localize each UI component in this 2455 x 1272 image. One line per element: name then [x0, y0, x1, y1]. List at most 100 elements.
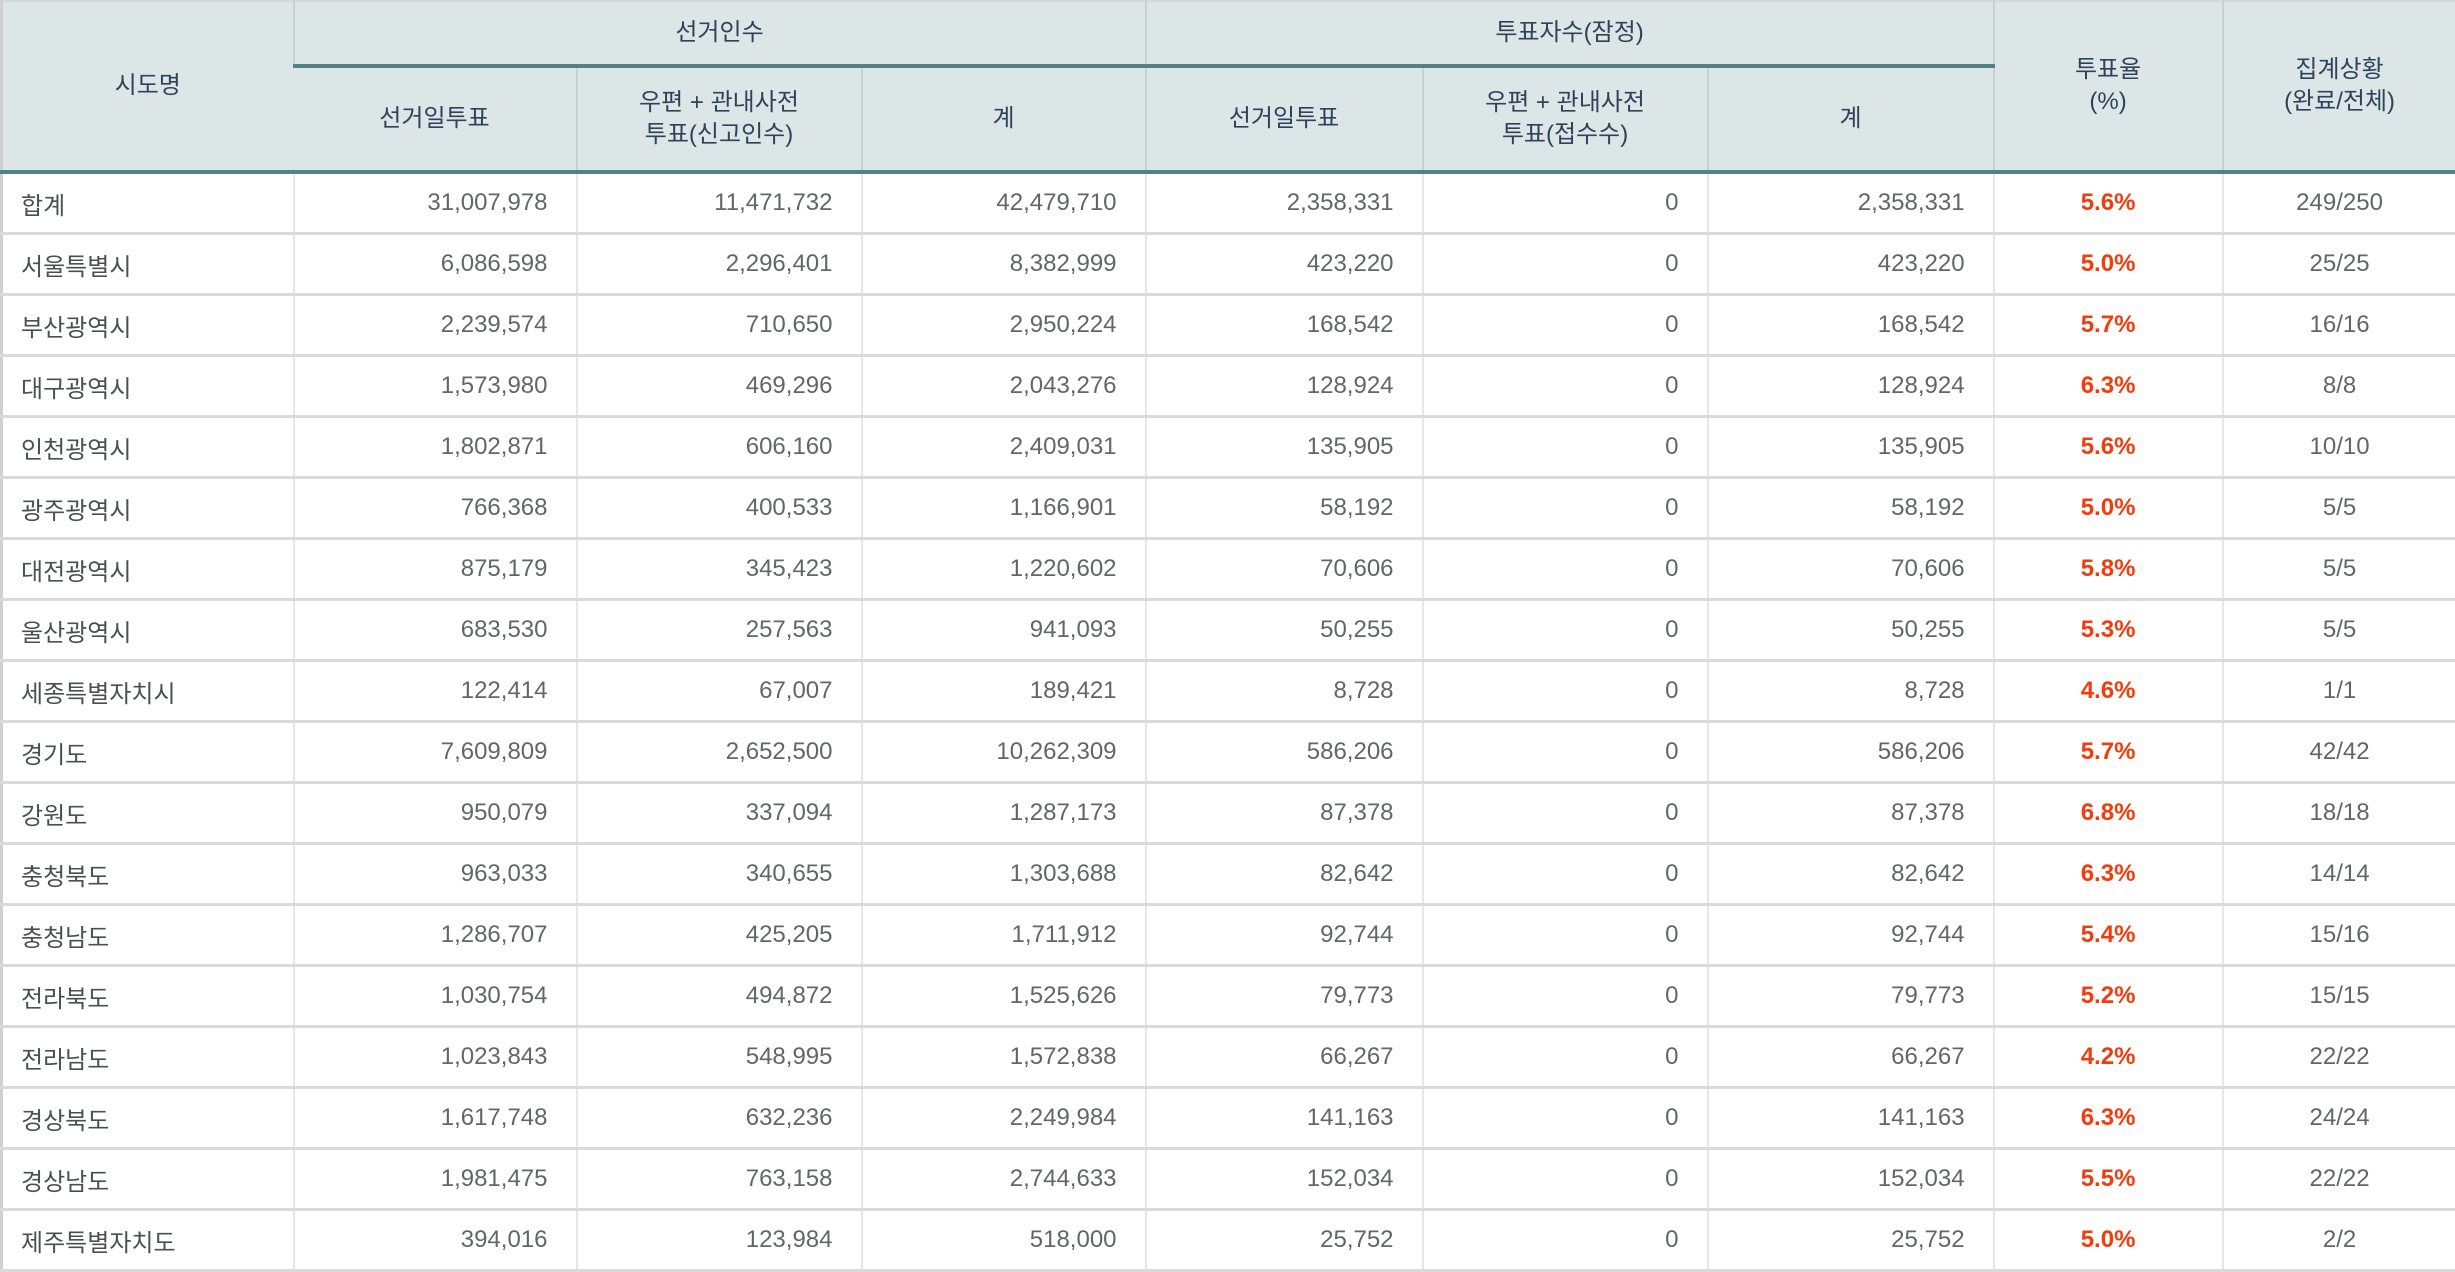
cell-voters-election-day: 25,752	[1146, 1210, 1423, 1271]
cell-voters-election-day: 58,192	[1146, 478, 1423, 539]
cell-sido-name: 합계	[2, 172, 294, 234]
cell-electors-election-day: 1,802,871	[294, 417, 577, 478]
cell-electors-mail-early: 340,655	[577, 844, 862, 905]
cell-tally-status: 5/5	[2223, 600, 2455, 661]
header-turnout-rate: 투표율 (%)	[1994, 1, 2223, 172]
cell-tally-status: 15/16	[2223, 905, 2455, 966]
cell-electors-total: 1,166,901	[862, 478, 1146, 539]
table-row: 광주광역시 766,368 400,533 1,166,901 58,192 0…	[2, 478, 2455, 539]
cell-electors-mail-early: 345,423	[577, 539, 862, 600]
table-row: 대전광역시 875,179 345,423 1,220,602 70,606 0…	[2, 539, 2455, 600]
cell-voters-election-day: 87,378	[1146, 783, 1423, 844]
cell-sido-name: 부산광역시	[2, 295, 294, 356]
cell-voters-total: 8,728	[1708, 661, 1994, 722]
header-electors-mail-early: 우편 + 관내사전 투표(신고인수)	[577, 66, 862, 172]
cell-voters-total: 141,163	[1708, 1088, 1994, 1149]
cell-electors-total: 2,043,276	[862, 356, 1146, 417]
cell-electors-mail-early: 11,471,732	[577, 172, 862, 234]
cell-electors-election-day: 6,086,598	[294, 234, 577, 295]
cell-sido-name: 충청북도	[2, 844, 294, 905]
cell-voters-mail-early: 0	[1423, 234, 1708, 295]
cell-voters-election-day: 423,220	[1146, 234, 1423, 295]
cell-tally-status: 5/5	[2223, 539, 2455, 600]
cell-voters-mail-early: 0	[1423, 417, 1708, 478]
header-electors-group: 선거인수	[294, 1, 1146, 66]
cell-voters-election-day: 141,163	[1146, 1088, 1423, 1149]
cell-voters-total: 2,358,331	[1708, 172, 1994, 234]
header-electors-election-day: 선거일투표	[294, 66, 577, 172]
cell-tally-status: 16/16	[2223, 295, 2455, 356]
cell-electors-mail-early: 425,205	[577, 905, 862, 966]
cell-electors-total: 941,093	[862, 600, 1146, 661]
header-sido-name: 시도명	[2, 1, 294, 172]
header-voters-total: 계	[1708, 66, 1994, 172]
cell-electors-total: 1,303,688	[862, 844, 1146, 905]
election-turnout-table: 시도명 선거인수 투표자수(잠정) 투표율 (%) 집계상황 (완료/전체) 선…	[0, 0, 2455, 1272]
cell-voters-total: 87,378	[1708, 783, 1994, 844]
cell-turnout-rate: 5.7%	[1994, 295, 2223, 356]
cell-voters-mail-early: 0	[1423, 722, 1708, 783]
cell-electors-total: 1,711,912	[862, 905, 1146, 966]
cell-electors-election-day: 963,033	[294, 844, 577, 905]
cell-tally-status: 22/22	[2223, 1027, 2455, 1088]
cell-voters-election-day: 50,255	[1146, 600, 1423, 661]
cell-tally-status: 1/1	[2223, 661, 2455, 722]
cell-voters-mail-early: 0	[1423, 844, 1708, 905]
cell-turnout-rate: 5.3%	[1994, 600, 2223, 661]
cell-electors-mail-early: 632,236	[577, 1088, 862, 1149]
cell-tally-status: 42/42	[2223, 722, 2455, 783]
cell-tally-status: 249/250	[2223, 172, 2455, 234]
cell-electors-total: 2,409,031	[862, 417, 1146, 478]
cell-sido-name: 대구광역시	[2, 356, 294, 417]
cell-tally-status: 15/15	[2223, 966, 2455, 1027]
cell-electors-mail-early: 494,872	[577, 966, 862, 1027]
cell-tally-status: 8/8	[2223, 356, 2455, 417]
table-row: 충청북도 963,033 340,655 1,303,688 82,642 0 …	[2, 844, 2455, 905]
cell-voters-mail-early: 0	[1423, 539, 1708, 600]
table-row: 서울특별시 6,086,598 2,296,401 8,382,999 423,…	[2, 234, 2455, 295]
cell-electors-total: 189,421	[862, 661, 1146, 722]
cell-electors-election-day: 766,368	[294, 478, 577, 539]
cell-turnout-rate: 5.8%	[1994, 539, 2223, 600]
table-row: 부산광역시 2,239,574 710,650 2,950,224 168,54…	[2, 295, 2455, 356]
cell-electors-election-day: 1,023,843	[294, 1027, 577, 1088]
cell-tally-status: 18/18	[2223, 783, 2455, 844]
cell-tally-status: 5/5	[2223, 478, 2455, 539]
cell-electors-mail-early: 469,296	[577, 356, 862, 417]
cell-electors-election-day: 875,179	[294, 539, 577, 600]
cell-sido-name: 충청남도	[2, 905, 294, 966]
cell-electors-total: 2,249,984	[862, 1088, 1146, 1149]
cell-sido-name: 경기도	[2, 722, 294, 783]
cell-voters-election-day: 586,206	[1146, 722, 1423, 783]
cell-sido-name: 서울특별시	[2, 234, 294, 295]
cell-electors-total: 2,950,224	[862, 295, 1146, 356]
cell-turnout-rate: 6.8%	[1994, 783, 2223, 844]
cell-electors-mail-early: 548,995	[577, 1027, 862, 1088]
cell-turnout-rate: 4.6%	[1994, 661, 2223, 722]
cell-sido-name: 경상남도	[2, 1149, 294, 1210]
cell-turnout-rate: 6.3%	[1994, 356, 2223, 417]
cell-electors-total: 8,382,999	[862, 234, 1146, 295]
cell-voters-election-day: 128,924	[1146, 356, 1423, 417]
cell-turnout-rate: 5.7%	[1994, 722, 2223, 783]
cell-electors-mail-early: 606,160	[577, 417, 862, 478]
cell-voters-total: 423,220	[1708, 234, 1994, 295]
cell-voters-election-day: 2,358,331	[1146, 172, 1423, 234]
cell-electors-election-day: 2,239,574	[294, 295, 577, 356]
cell-voters-mail-early: 0	[1423, 295, 1708, 356]
cell-voters-total: 152,034	[1708, 1149, 1994, 1210]
table-row: 세종특별자치시 122,414 67,007 189,421 8,728 0 8…	[2, 661, 2455, 722]
cell-electors-total: 1,220,602	[862, 539, 1146, 600]
table-row: 인천광역시 1,802,871 606,160 2,409,031 135,90…	[2, 417, 2455, 478]
cell-electors-election-day: 1,573,980	[294, 356, 577, 417]
cell-voters-total: 168,542	[1708, 295, 1994, 356]
table-row: 합계 31,007,978 11,471,732 42,479,710 2,35…	[2, 172, 2455, 234]
cell-electors-total: 10,262,309	[862, 722, 1146, 783]
cell-voters-election-day: 92,744	[1146, 905, 1423, 966]
header-tally-status: 집계상황 (완료/전체)	[2223, 1, 2455, 172]
table-row: 전라남도 1,023,843 548,995 1,572,838 66,267 …	[2, 1027, 2455, 1088]
table-row: 대구광역시 1,573,980 469,296 2,043,276 128,92…	[2, 356, 2455, 417]
cell-electors-total: 1,525,626	[862, 966, 1146, 1027]
cell-tally-status: 25/25	[2223, 234, 2455, 295]
cell-voters-election-day: 79,773	[1146, 966, 1423, 1027]
